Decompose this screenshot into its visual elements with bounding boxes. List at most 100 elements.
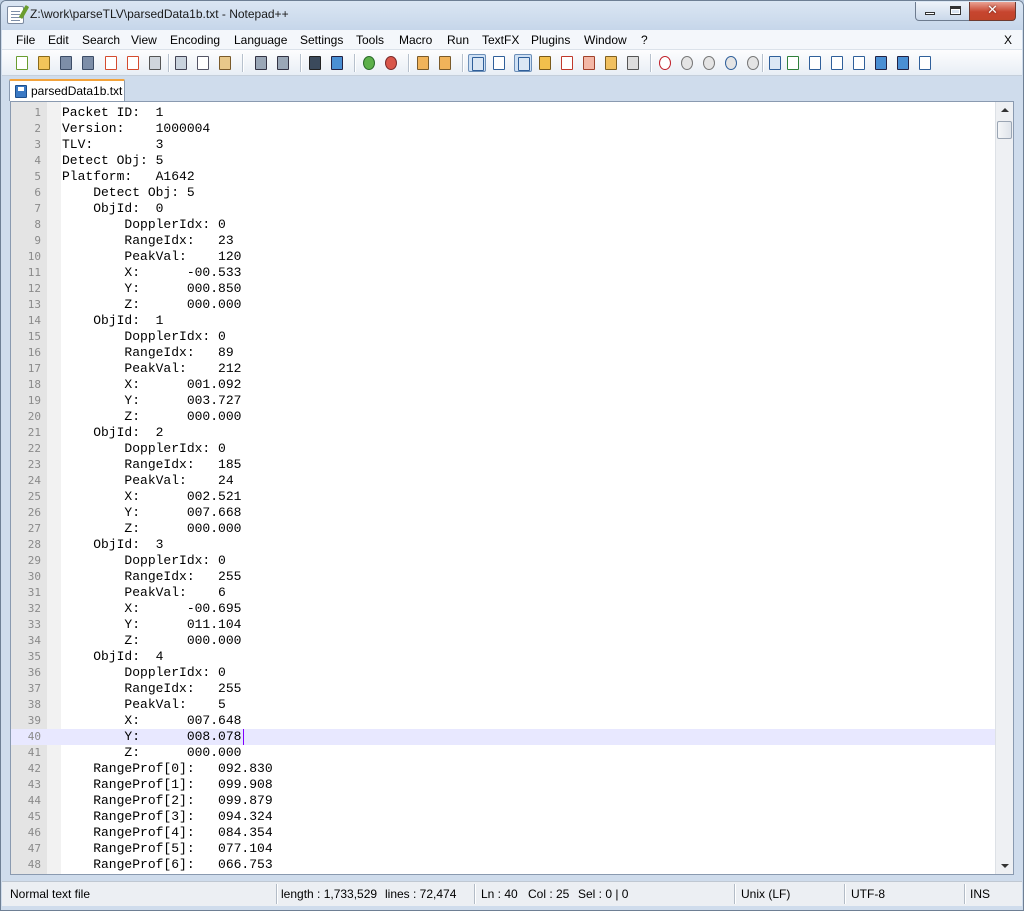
folder-icon[interactable] xyxy=(602,54,620,72)
title-bar[interactable]: Z:\work\parseTLV\parsedData1b.txt - Note… xyxy=(1,1,1023,30)
line-text[interactable]: RangeProf[3]: 094.324 xyxy=(62,809,272,825)
editor-line[interactable]: 19 Y: 003.727 xyxy=(11,393,996,409)
menu-settings[interactable]: Settings xyxy=(300,33,343,47)
menu-tools[interactable]: Tools xyxy=(356,33,384,47)
editor-line[interactable]: 48 RangeProf[6]: 066.753 xyxy=(11,857,996,873)
line-text[interactable]: Y: 011.104 xyxy=(62,617,241,633)
save-icon[interactable] xyxy=(57,54,75,72)
plugin-b-icon[interactable] xyxy=(784,54,802,72)
sync-vertical-icon[interactable] xyxy=(414,54,432,72)
line-text[interactable]: RangeIdx: 89 xyxy=(62,345,233,361)
line-text[interactable]: RangeProf[2]: 099.879 xyxy=(62,793,272,809)
editor-line[interactable]: 6 Detect Obj: 5 xyxy=(11,185,996,201)
line-text[interactable]: Z: 000.000 xyxy=(62,633,241,649)
maximize-button[interactable] xyxy=(942,2,970,21)
line-text[interactable]: DopplerIdx: 0 xyxy=(62,217,225,233)
menu-encoding[interactable]: Encoding xyxy=(170,33,220,47)
close-all-icon[interactable] xyxy=(124,54,142,72)
new-file-icon[interactable] xyxy=(13,54,31,72)
menu-plugins[interactable]: Plugins xyxy=(531,33,570,47)
line-text[interactable]: Y: 008.078 xyxy=(62,729,241,745)
line-text[interactable]: PeakVal: 24 xyxy=(62,473,233,489)
editor-line[interactable]: 10 PeakVal: 120 xyxy=(11,249,996,265)
line-text[interactable]: Y: 003.727 xyxy=(62,393,241,409)
undo-icon[interactable] xyxy=(252,54,270,72)
menu-language[interactable]: Language xyxy=(234,33,287,47)
line-text[interactable]: Platform: A1642 xyxy=(62,169,195,185)
save-all-icon[interactable] xyxy=(79,54,97,72)
menu-view[interactable]: View xyxy=(131,33,157,47)
menu-run[interactable]: Run xyxy=(447,33,469,47)
menu-textfx[interactable]: TextFX xyxy=(482,33,519,47)
editor-line[interactable]: 4 Detect Obj: 5 xyxy=(11,153,996,169)
word-wrap-icon[interactable] xyxy=(468,54,486,72)
editor-line[interactable]: 29 DopplerIdx: 0 xyxy=(11,553,996,569)
redo-icon[interactable] xyxy=(274,54,292,72)
paste-icon[interactable] xyxy=(216,54,234,72)
copy-icon[interactable] xyxy=(194,54,212,72)
line-text[interactable]: Z: 000.000 xyxy=(62,297,241,313)
line-text[interactable]: RangeIdx: 23 xyxy=(62,233,233,249)
editor-line[interactable]: 31 PeakVal: 6 xyxy=(11,585,996,601)
function-list-icon[interactable] xyxy=(580,54,598,72)
line-text[interactable]: Y: 000.850 xyxy=(62,281,241,297)
line-text[interactable]: DopplerIdx: 0 xyxy=(62,329,225,345)
line-text[interactable]: PeakVal: 212 xyxy=(62,361,241,377)
line-text[interactable]: RangeIdx: 255 xyxy=(62,681,241,697)
line-text[interactable]: RangeProf[6]: 066.753 xyxy=(62,857,272,873)
editor-line[interactable]: 3 TLV: 3 xyxy=(11,137,996,153)
line-text[interactable]: Z: 000.000 xyxy=(62,521,241,537)
editor-line[interactable]: 12 Y: 000.850 xyxy=(11,281,996,297)
line-text[interactable]: X: 002.521 xyxy=(62,489,241,505)
plugin-e-icon[interactable] xyxy=(850,54,868,72)
editor-line[interactable]: 38 PeakVal: 5 xyxy=(11,697,996,713)
editor-line[interactable]: 36 DopplerIdx: 0 xyxy=(11,665,996,681)
replace-icon[interactable] xyxy=(328,54,346,72)
record-macro-icon[interactable] xyxy=(656,54,674,72)
editor-line[interactable]: 2 Version: 1000004 xyxy=(11,121,996,137)
line-text[interactable]: Detect Obj: 5 xyxy=(62,153,163,169)
line-text[interactable]: Z: 000.000 xyxy=(62,409,241,425)
editor-line[interactable]: 44 RangeProf[2]: 099.879 xyxy=(11,793,996,809)
line-text[interactable]: RangeProf[5]: 077.104 xyxy=(62,841,272,857)
menu-file[interactable]: File xyxy=(16,33,35,47)
close-document-button[interactable]: X xyxy=(1004,33,1012,47)
editor-line[interactable]: 11 X: -00.533 xyxy=(11,265,996,281)
editor-line[interactable]: 43 RangeProf[1]: 099.908 xyxy=(11,777,996,793)
line-text[interactable]: RangeProf[4]: 084.354 xyxy=(62,825,272,841)
plugin-g-icon[interactable] xyxy=(894,54,912,72)
text-editor[interactable]: 1 Packet ID: 1 2 Version: 1000004 3 TLV: 3 4 De… xyxy=(10,101,1014,875)
stop-macro-icon[interactable] xyxy=(678,54,696,72)
menu-macro[interactable]: Macro xyxy=(399,33,432,47)
editor-line[interactable]: 39 X: 007.648 xyxy=(11,713,996,729)
line-text[interactable]: ObjId: 1 xyxy=(62,313,163,329)
editor-line[interactable]: 47 RangeProf[5]: 077.104 xyxy=(11,841,996,857)
editor-line[interactable]: 41 Z: 000.000 xyxy=(11,745,996,761)
editor-line[interactable]: 20 Z: 000.000 xyxy=(11,409,996,425)
editor-line[interactable]: 26 Y: 007.668 xyxy=(11,505,996,521)
editor-line[interactable]: 37 RangeIdx: 255 xyxy=(11,681,996,697)
editor-line[interactable]: 45 RangeProf[3]: 094.324 xyxy=(11,809,996,825)
line-text[interactable]: ObjId: 0 xyxy=(62,201,163,217)
find-icon[interactable] xyxy=(306,54,324,72)
editor-line[interactable]: 18 X: 001.092 xyxy=(11,377,996,393)
editor-line[interactable]: 25 X: 002.521 xyxy=(11,489,996,505)
scroll-up-icon[interactable] xyxy=(996,102,1013,119)
line-text[interactable]: PeakVal: 5 xyxy=(62,697,225,713)
doc-map-icon[interactable] xyxy=(558,54,576,72)
line-text[interactable]: X: 007.648 xyxy=(62,713,241,729)
print-icon[interactable] xyxy=(146,54,164,72)
line-text[interactable]: RangeIdx: 255 xyxy=(62,569,241,585)
menu-help[interactable]: ? xyxy=(641,33,648,47)
tab-parseddata1b[interactable]: parsedData1b.txt xyxy=(9,79,125,101)
editor-line[interactable]: 7 ObjId: 0 xyxy=(11,201,996,217)
editor-line[interactable]: 28 ObjId: 3 xyxy=(11,537,996,553)
save-macro-icon[interactable] xyxy=(744,54,762,72)
plugin-h-icon[interactable] xyxy=(916,54,934,72)
run-macro-multiple-icon[interactable] xyxy=(722,54,740,72)
line-text[interactable]: ObjId: 3 xyxy=(62,537,163,553)
user-lang-icon[interactable] xyxy=(536,54,554,72)
indent-guide-icon[interactable] xyxy=(514,54,532,72)
close-window-button[interactable]: ✕ xyxy=(969,2,1016,21)
editor-line[interactable]: 24 PeakVal: 24 xyxy=(11,473,996,489)
